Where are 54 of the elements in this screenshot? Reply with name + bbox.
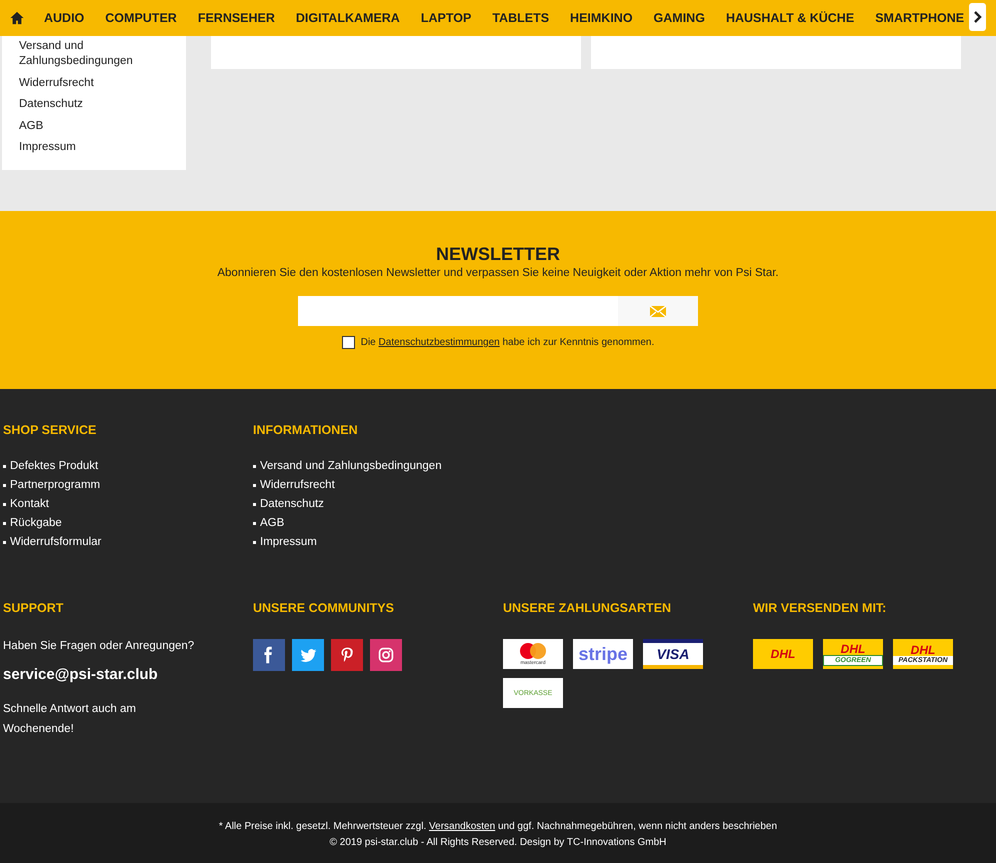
home-icon[interactable] <box>10 11 24 25</box>
footer-link[interactable]: AGB <box>253 516 503 531</box>
footer-link[interactable]: Widerrufsrecht <box>253 478 503 493</box>
visa-badge: VISA <box>643 639 703 669</box>
legal-text: * Alle Preise inkl. gesetzl. Mehrwertsteuer zzgl. Versandkosten und ggf. Nachnahmegebühren, wenn nicht anders beschrieben <box>218 821 778 832</box>
email-field[interactable] <box>298 296 618 326</box>
nav-item[interactable]: AUDIO <box>44 11 84 25</box>
footer-heading: INFORMATIONEN <box>253 423 359 437</box>
footer-heading: WIR VERSENDEN MIT: <box>753 601 888 615</box>
nav-item[interactable]: FERNSEHER <box>198 11 275 25</box>
footer-heading: UNSERE ZAHLUNGSARTEN <box>503 601 672 615</box>
support-text: Haben Sie Fragen oder Anregungen? <box>3 639 196 652</box>
footer-heading: SUPPORT <box>3 601 64 615</box>
stripe-badge: stripe <box>573 639 633 669</box>
consent-text: Die Datenschutzbestimmungen habe ich zur Kenntnis genommen. <box>360 337 654 348</box>
dhl-badge: DHL <box>753 639 813 669</box>
sidebar-link[interactable]: Impressum <box>19 140 159 155</box>
footer-heading: UNSERE COMMUNITYS <box>253 601 395 615</box>
instagram-icon[interactable] <box>370 639 402 671</box>
nav-item[interactable]: SMARTPHONE <box>875 11 964 25</box>
nav-item[interactable]: LAPTOP <box>420 11 472 25</box>
sidebar-link[interactable]: AGB <box>19 118 159 134</box>
sidebar-link[interactable]: Datenschutz <box>19 97 159 112</box>
chevron-right-icon <box>972 11 982 23</box>
support-note: Schnelle Antwort auch am Wochenende! <box>3 702 137 737</box>
footer-link[interactable]: Rückgabe <box>3 516 253 531</box>
footer-link[interactable]: Widerrufsformular <box>3 535 253 550</box>
scroll-right-button[interactable] <box>969 3 986 31</box>
pinterest-icon[interactable] <box>331 639 363 671</box>
footer-link[interactable]: Datenschutz <box>253 497 503 512</box>
footer-link[interactable]: Kontakt <box>3 497 253 512</box>
sidebar-link[interactable]: Versand und Zahlungsbedingungen <box>19 39 159 69</box>
newsletter-text: Abonnieren Sie den kostenlosen Newsletter und verpassen Sie keine Neuigkeit oder Aktion mehr von Psi Star. <box>217 267 779 279</box>
footer-link[interactable]: Impressum <box>253 535 503 550</box>
bird-icon[interactable] <box>292 639 324 671</box>
footer-heading: SHOP SERVICE <box>3 423 98 437</box>
consent-checkbox[interactable] <box>342 336 355 349</box>
footer-link[interactable]: Defektes Produkt <box>3 459 253 474</box>
facebook-icon[interactable] <box>253 639 285 671</box>
nav-item[interactable]: HEIMKINO <box>570 11 633 25</box>
nav-item[interactable]: COMPUTER <box>105 11 177 25</box>
nav-item[interactable]: HAUSHALT & KÜCHE <box>726 11 854 25</box>
shipping-costs-link[interactable]: Versandkosten <box>429 821 496 832</box>
envelope-icon <box>650 306 666 316</box>
footer-link[interactable]: Partnerprogramm <box>3 478 253 493</box>
privacy-link[interactable]: Datenschutzbestimmungen <box>378 337 500 348</box>
nav-item[interactable]: DIGITALKAMERA <box>296 11 400 25</box>
nav-item[interactable]: GAMING <box>654 11 705 25</box>
newsletter-title: NEWSLETTER <box>436 244 560 265</box>
nav-item[interactable]: TABLETS <box>492 11 550 25</box>
support-email[interactable]: service@psi-star.club <box>3 666 253 683</box>
sidebar-link[interactable]: Widerrufsrecht <box>19 76 159 90</box>
copyright-text: © 2019 psi-star.club - All Rights Reserved. Design by TC-Innovations GmbH <box>330 837 666 848</box>
footer-link[interactable]: Versand und Zahlungsbedingungen <box>253 459 503 474</box>
